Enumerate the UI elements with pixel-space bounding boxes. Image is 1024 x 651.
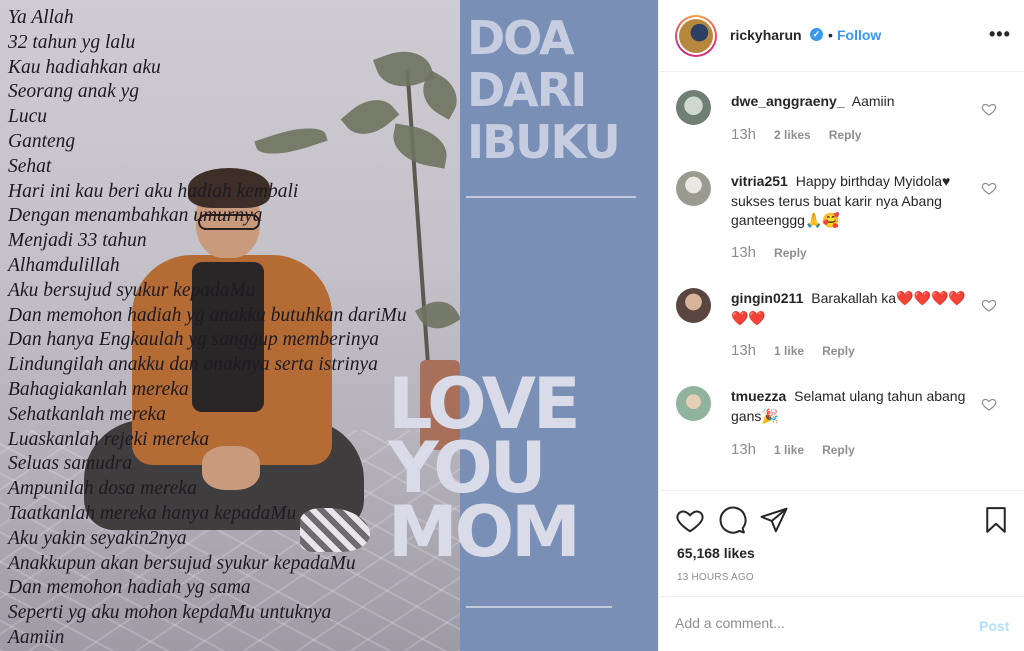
- comment-text: dwe_anggraeny_ Aamiin: [731, 92, 967, 112]
- divider-line: [466, 606, 612, 608]
- comment-icon[interactable]: [717, 505, 747, 535]
- poem-line: Lindungilah anakku dan anaknya serta ist…: [8, 354, 378, 376]
- poem-line: Luaskanlah rejeki mereka: [8, 428, 210, 450]
- comment-time[interactable]: 13h: [731, 126, 756, 143]
- comment-meta: 13h 1 like Reply: [731, 342, 855, 359]
- post-actions: 65,168 likes 13 HOURS AGO: [659, 490, 1024, 596]
- comment-username[interactable]: vitria251: [731, 173, 788, 189]
- divider-line: [466, 196, 636, 198]
- post-header: rickyharun ✓ • Follow •••: [659, 0, 1024, 72]
- comment-username[interactable]: dwe_anggraeny_: [731, 93, 845, 109]
- comment-time[interactable]: 13h: [731, 441, 756, 458]
- poem-line: Dengan menambahkan umurnya: [8, 205, 263, 227]
- comment-like-heart-icon[interactable]: [981, 101, 997, 117]
- comment-likes[interactable]: 2 likes: [774, 128, 811, 142]
- comment-avatar[interactable]: [676, 386, 711, 421]
- reply-button[interactable]: Reply: [774, 246, 807, 260]
- poem-line: Dan memohon hadiah yg anakku butuhkan da…: [8, 304, 407, 326]
- title-doa-dari-ibuku: DOA DARI IBUKU: [467, 11, 621, 169]
- comment-meta: 13h 1 like Reply: [731, 441, 855, 458]
- poem-line: Aku bersujud syukur kepadaMu: [8, 279, 256, 301]
- comment-username[interactable]: gingin0211: [731, 290, 803, 306]
- poem-line: Bahagiakanlah mereka: [8, 378, 189, 400]
- comment-text: tmuezza Selamat ulang tahun abang gans🎉: [731, 387, 967, 426]
- comment-meta: 13h Reply: [731, 244, 807, 261]
- comment-input[interactable]: [675, 615, 965, 631]
- poem-line: Taatkanlah mereka hanya kepadaMu: [8, 502, 297, 524]
- comment-like-heart-icon[interactable]: [981, 180, 997, 196]
- comment-text: vitria251 Happy birthday Myidola♥ sukses…: [731, 172, 967, 231]
- add-comment-bar: Post: [659, 596, 1024, 651]
- comments-list[interactable]: dwe_anggraeny_ Aamiin 13h 2 likes Reply …: [659, 73, 1024, 488]
- comment-avatar[interactable]: [676, 171, 711, 206]
- headline-line: MOM: [388, 491, 581, 573]
- title-line: IBUKU: [467, 115, 621, 169]
- post-timestamp[interactable]: 13 HOURS AGO: [677, 572, 754, 583]
- poem-line: Lucu: [8, 106, 47, 128]
- more-options-icon[interactable]: •••: [989, 24, 1011, 45]
- poem-line: Dan hanya Engkaulah yg sanggup memberiny…: [8, 329, 379, 351]
- avatar[interactable]: [675, 15, 717, 57]
- comment-username[interactable]: tmuezza: [731, 388, 786, 404]
- poem-line: Anakkupun akan bersujud syukur kepadaMu: [8, 552, 356, 574]
- post-button[interactable]: Post: [979, 618, 1009, 634]
- poem-line: Dan memohon hadiah yg sama: [8, 577, 251, 599]
- verified-badge-icon: ✓: [810, 28, 823, 41]
- comment-body: Aamiin: [851, 93, 895, 109]
- separator-dot: •: [828, 27, 833, 43]
- poem-line: Seluas samudra: [8, 453, 133, 475]
- poem-line: Ya Allah: [8, 7, 74, 28]
- follow-button[interactable]: Follow: [837, 27, 881, 43]
- poem-line: Ganteng: [8, 130, 76, 152]
- comment-time[interactable]: 13h: [731, 342, 756, 359]
- comment-like-heart-icon[interactable]: [981, 297, 997, 313]
- poem-line: Ampunilah dosa mereka: [8, 478, 197, 500]
- comment-avatar[interactable]: [676, 90, 711, 125]
- comment-like-heart-icon[interactable]: [981, 396, 997, 412]
- bookmark-icon[interactable]: [981, 505, 1011, 535]
- heart-icon[interactable]: [675, 505, 705, 535]
- poem-line: Aku yakin seyakin2nya: [8, 527, 187, 549]
- post-side-panel: rickyharun ✓ • Follow ••• dwe_anggraeny_…: [658, 0, 1024, 651]
- poem-line: Seperti yg aku mohon kepdaMu untuknya: [8, 602, 332, 624]
- paper-plane-icon[interactable]: [759, 505, 789, 535]
- comment-likes[interactable]: 1 like: [774, 443, 804, 457]
- title-line: DOA: [467, 11, 575, 65]
- title-line: DARI: [467, 63, 587, 117]
- poem-line: Seorang anak yg: [8, 81, 140, 103]
- comment-time[interactable]: 13h: [731, 244, 756, 261]
- reply-button[interactable]: Reply: [822, 443, 855, 457]
- reply-button[interactable]: Reply: [829, 128, 862, 142]
- headline-love-you-mom: LOVE YOU MOM: [388, 369, 581, 573]
- poem-line: Sehatkanlah mereka: [8, 403, 166, 425]
- comment-avatar[interactable]: [676, 288, 711, 323]
- poem-line: Menjadi 33 tahun: [8, 230, 147, 252]
- poem-line: Kau hadiahkan aku: [8, 56, 161, 78]
- poem-text: Ya Allah 32 tahun yg lalu Kau hadiahkan …: [8, 6, 448, 651]
- poem-line: Aamiin: [8, 626, 65, 648]
- avatar-image: [679, 19, 713, 53]
- username-link[interactable]: rickyharun: [730, 27, 802, 43]
- poem-line: 32 tahun yg lalu: [8, 31, 136, 53]
- like-count[interactable]: 65,168 likes: [677, 545, 755, 561]
- comment-meta: 13h 2 likes Reply: [731, 126, 861, 143]
- poem-line: Hari ini kau beri aku hadiah kembali: [8, 180, 299, 202]
- comment-likes[interactable]: 1 like: [774, 344, 804, 358]
- poem-line: Sehat: [8, 155, 52, 177]
- poem-line: Alhamdulillah: [8, 254, 120, 276]
- post-image[interactable]: Ya Allah 32 tahun yg lalu Kau hadiahkan …: [0, 0, 658, 651]
- reply-button[interactable]: Reply: [822, 344, 855, 358]
- comment-text: gingin0211 Barakallah ka❤️❤️❤️❤️❤️❤️: [731, 289, 967, 328]
